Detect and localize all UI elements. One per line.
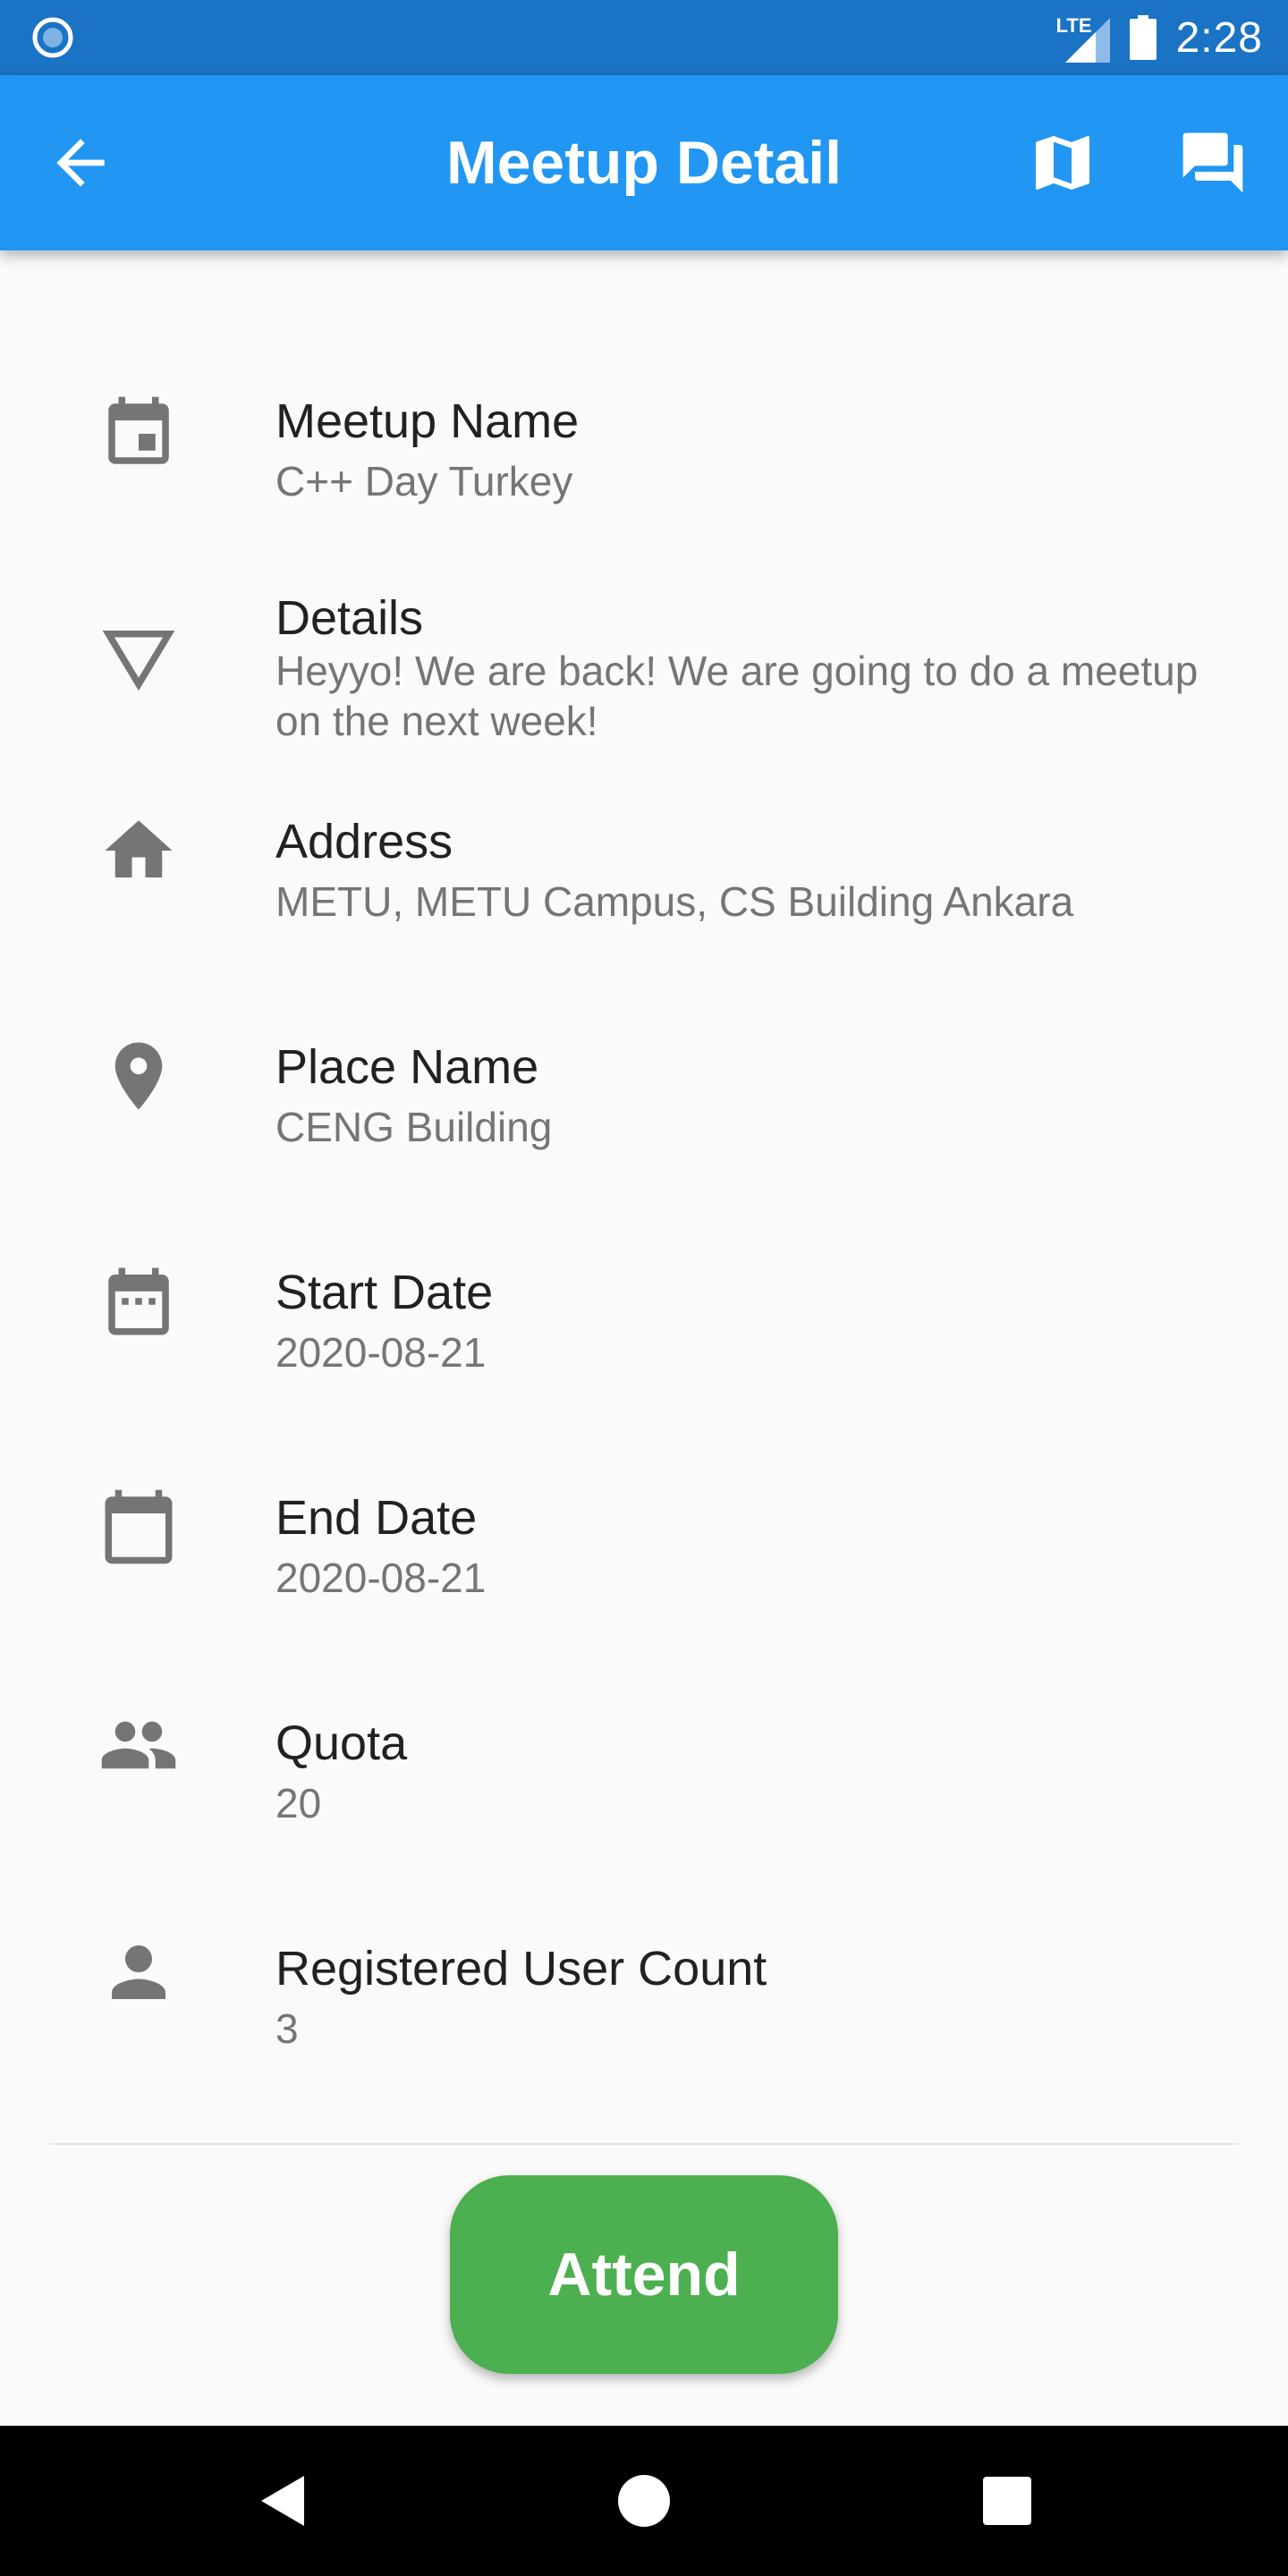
field-label: Place Name xyxy=(275,1040,539,1094)
date-range-icon xyxy=(108,1267,169,1335)
signal-icon: LTE xyxy=(1056,13,1110,63)
map-icon[interactable] xyxy=(1020,127,1106,199)
triangle-down-outline-icon xyxy=(102,631,175,691)
field-label: End Date xyxy=(275,1491,478,1545)
field-value: 2020-08-21 xyxy=(275,1555,487,1601)
field-value: CENG Building xyxy=(275,1104,553,1150)
place-icon xyxy=(114,1042,163,1110)
field-value: Heyyo! We are back! We are going to do a… xyxy=(275,648,1199,744)
person-icon xyxy=(112,1945,165,1999)
attend-button[interactable]: Attend xyxy=(450,2175,838,2374)
field-value: 3 xyxy=(275,2005,299,2052)
field-value: 20 xyxy=(275,1780,322,1826)
nav-back-icon[interactable] xyxy=(256,2474,309,2528)
status-indicators: LTE 2:28 xyxy=(1056,0,1263,75)
app-bar: Meetup Detail xyxy=(0,75,1288,250)
calendar-icon xyxy=(105,1489,173,1564)
arrow-back-icon[interactable] xyxy=(45,127,116,199)
field-label: Meetup Name xyxy=(275,394,580,448)
battery-icon xyxy=(1129,15,1157,60)
event-icon xyxy=(108,396,169,464)
field-value: 2020-08-21 xyxy=(275,1329,487,1376)
divider xyxy=(50,2143,1238,2145)
field-label: Details xyxy=(275,591,424,645)
field-label: Quota xyxy=(275,1716,408,1770)
field-label: Address xyxy=(275,815,453,869)
nav-recents-icon[interactable] xyxy=(981,2475,1033,2527)
status-bar: LTE 2:28 xyxy=(0,0,1288,75)
people-icon xyxy=(101,1721,176,1769)
forum-icon[interactable] xyxy=(1170,127,1256,199)
field-value: C++ Day Turkey xyxy=(275,458,573,504)
status-time: 2:28 xyxy=(1175,13,1263,62)
field-label: Registered User Count xyxy=(275,1942,767,1996)
field-label: Start Date xyxy=(275,1266,494,1319)
field-value: METU, METU Campus, CS Building Ankara xyxy=(275,878,1074,925)
circle-notification-icon xyxy=(32,17,73,58)
nav-home-icon[interactable] xyxy=(617,2474,671,2528)
home-icon xyxy=(105,820,173,877)
